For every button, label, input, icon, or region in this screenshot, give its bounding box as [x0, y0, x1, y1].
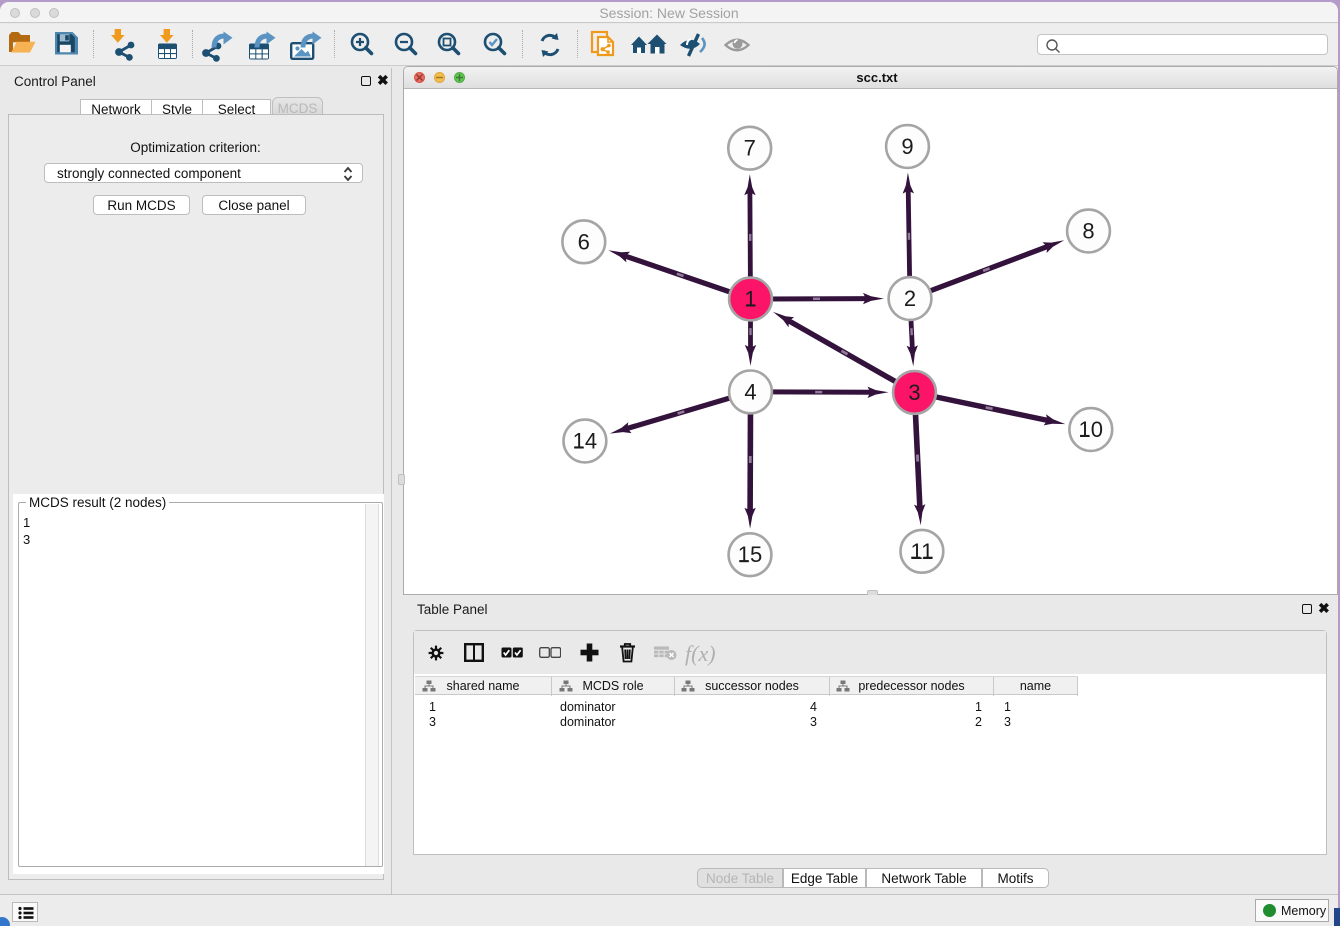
svg-text:8: 8	[1082, 219, 1094, 244]
svg-text:2: 2	[904, 286, 916, 311]
svg-text:11: 11	[910, 539, 933, 564]
svg-text:1: 1	[744, 287, 756, 312]
svg-text:6: 6	[578, 229, 590, 254]
svg-text:15: 15	[738, 542, 762, 567]
svg-text:4: 4	[744, 379, 756, 404]
svg-text:3: 3	[908, 380, 920, 405]
svg-text:10: 10	[1079, 417, 1103, 442]
svg-text:14: 14	[573, 429, 597, 454]
svg-text:7: 7	[744, 136, 756, 161]
svg-text:9: 9	[901, 134, 913, 159]
